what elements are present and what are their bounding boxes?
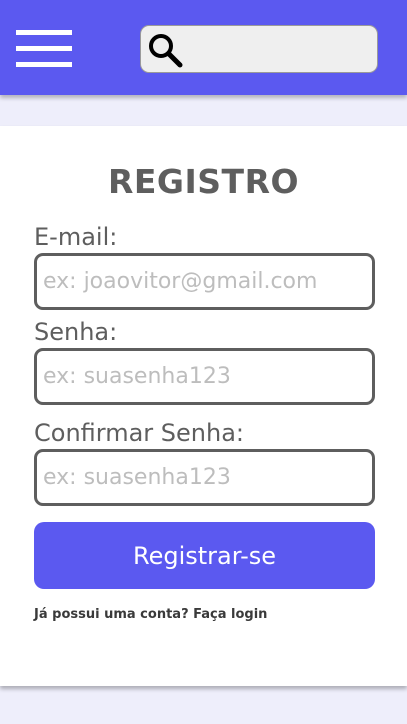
menu-bar-line: [16, 30, 72, 35]
page-title: REGISTRO: [107, 162, 300, 201]
confirm-password-field[interactable]: [34, 449, 375, 506]
login-question: Já possui uma conta?: [34, 607, 189, 622]
login-link[interactable]: Faça login: [193, 607, 267, 622]
register-button[interactable]: Registrar-se: [34, 522, 375, 589]
top-bar: [0, 0, 407, 95]
hamburger-menu-icon[interactable]: [16, 30, 72, 70]
search-input[interactable]: [187, 32, 371, 68]
confirm-password-label: Confirmar Senha:: [34, 419, 245, 447]
search-icon[interactable]: [145, 30, 185, 70]
menu-bar-line: [16, 62, 72, 67]
email-field[interactable]: [34, 253, 375, 310]
login-prompt: Já possui uma conta? Faça login: [34, 607, 267, 622]
password-field[interactable]: [34, 348, 375, 405]
menu-bar-line: [16, 46, 72, 51]
search-bar[interactable]: [140, 25, 378, 73]
password-label: Senha:: [34, 318, 118, 346]
register-card: REGISTRO E-mail: Senha: Confirmar Senha:…: [0, 126, 407, 686]
email-label: E-mail:: [34, 223, 118, 251]
